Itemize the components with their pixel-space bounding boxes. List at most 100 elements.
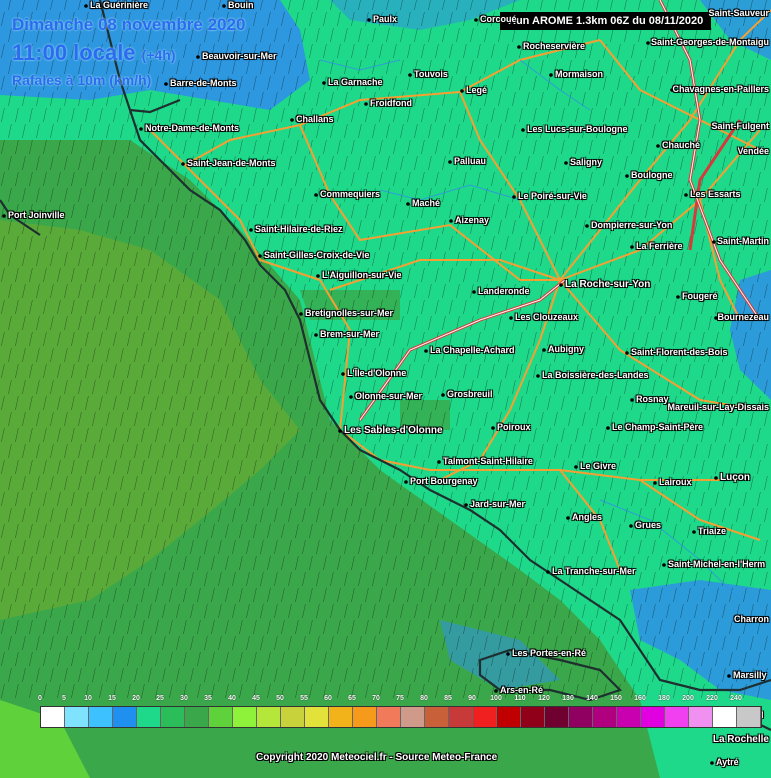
legend-tick: 55 — [300, 695, 308, 702]
town-dot — [574, 465, 578, 469]
town-label: Ars-en-Ré — [500, 685, 544, 695]
town-dot — [491, 426, 495, 430]
legend-swatch — [689, 707, 713, 727]
legend-swatch — [113, 707, 137, 727]
town-label: Les Lucs-sur-Boulogne — [527, 124, 628, 134]
town-dot — [349, 395, 353, 399]
legend-tick: 110 — [514, 695, 526, 702]
town-label: Jard-sur-Mer — [470, 499, 526, 509]
map-canvas — [0, 0, 771, 778]
town-dot — [464, 503, 468, 507]
legend-swatch — [89, 707, 113, 727]
town-label: Chavagnes-en-Paillers — [672, 84, 769, 94]
legend-tick: 75 — [396, 695, 404, 702]
legend-tick: 100 — [490, 695, 502, 702]
town-label: Talmont-Saint-Hilaire — [443, 456, 533, 466]
town-dot — [630, 398, 634, 402]
town-dot — [585, 224, 589, 228]
town-dot — [290, 118, 294, 122]
town-dot — [517, 45, 521, 49]
forecast-time-label: 11:00 locale — [12, 40, 136, 65]
town-label: Rocheservière — [523, 41, 586, 51]
town-label: Saint-Martin — [716, 236, 769, 246]
legend-swatch — [137, 707, 161, 727]
town-label: Dompierre-sur-Yon — [591, 220, 673, 230]
town-label: Fougeré — [682, 291, 718, 301]
town-dot — [437, 460, 441, 464]
town-label: Le Givre — [580, 461, 617, 471]
town-dot — [139, 127, 143, 131]
town-dot — [299, 312, 303, 316]
legend-tick: 45 — [252, 695, 260, 702]
town-label: La Roche-sur-Yon — [565, 279, 651, 290]
town-label: Aytré — [716, 757, 739, 767]
town-label: Bouin — [228, 0, 254, 10]
town-label: Les Sables-d'Olonne — [344, 425, 443, 436]
town-dot — [2, 214, 6, 218]
town-dot — [512, 195, 516, 199]
town-dot — [546, 570, 550, 574]
town-dot — [84, 4, 88, 8]
town-dot — [625, 174, 629, 178]
town-dot — [474, 18, 478, 22]
town-label: Le Poiré-sur-Vie — [518, 191, 587, 201]
legend-swatch — [161, 707, 185, 727]
legend-swatch — [185, 707, 209, 727]
town-dot — [322, 81, 326, 85]
town-dot — [449, 219, 453, 223]
legend-swatch — [41, 707, 65, 727]
town-dot — [656, 144, 660, 148]
legend-swatch — [473, 707, 497, 727]
legend-swatch — [65, 707, 89, 727]
town-dot — [710, 761, 714, 765]
town-label: L'Aiguillon-sur-Vie — [322, 270, 402, 280]
legend-swatch — [593, 707, 617, 727]
town-label: Saint-Georges-de-Montaigu — [650, 37, 769, 47]
town-dot — [646, 41, 650, 45]
town-dot — [316, 274, 320, 278]
copyright: Copyright 2020 Meteociel.fr - Source Met… — [256, 752, 498, 763]
legend-swatch — [281, 707, 305, 727]
town-dot — [249, 228, 253, 232]
town-label: Port Bourgenay — [410, 476, 478, 486]
legend-swatch — [545, 707, 569, 727]
forecast-offset: (+4h) — [141, 47, 176, 63]
town-dot — [676, 295, 680, 299]
town-dot — [364, 102, 368, 106]
town-label: Charron — [733, 614, 769, 624]
town-dot — [712, 240, 716, 244]
legend-swatch — [209, 707, 233, 727]
town-label: Rosnay — [636, 394, 669, 404]
town-label: Chauché — [662, 140, 701, 150]
legend-tick: 220 — [706, 695, 718, 702]
town-label: Touvois — [414, 69, 448, 79]
town-dot — [692, 530, 696, 534]
town-label: La Tranche-sur-Mer — [552, 566, 636, 576]
legend-tick: 15 — [108, 695, 116, 702]
town-label: Lairoux — [659, 477, 692, 487]
town-label: Aubigny — [548, 344, 584, 354]
town-label: Les Essarts — [690, 189, 741, 199]
town-label: Saint-Jean-de-Monts — [187, 158, 276, 168]
weather-map: Dimanche 08 novembre 2020 11:00 locale (… — [0, 0, 771, 778]
town-label: Saint-Florent-des-Bois — [631, 347, 728, 357]
legend-tick: 130 — [562, 695, 574, 702]
town-dot — [662, 563, 666, 567]
town-label: Palluau — [454, 156, 487, 166]
legend-tick: 200 — [682, 695, 694, 702]
legend-swatch — [569, 707, 593, 727]
town-label: Marsilly — [733, 670, 767, 680]
town-dot — [684, 193, 688, 197]
town-dot — [564, 161, 568, 165]
town-label: La Garnache — [328, 77, 383, 87]
legend-tick: 120 — [538, 695, 550, 702]
legend-tick: 60 — [324, 695, 332, 702]
forecast-time: 11:00 locale (+4h) — [12, 40, 176, 66]
legend-swatch — [425, 707, 449, 727]
town-dot — [472, 290, 476, 294]
town-label: Legé — [466, 85, 488, 95]
town-label: La Ferrière — [636, 241, 683, 251]
legend-swatch — [713, 707, 737, 727]
town-dot — [606, 426, 610, 430]
legend-tick: 160 — [634, 695, 646, 702]
